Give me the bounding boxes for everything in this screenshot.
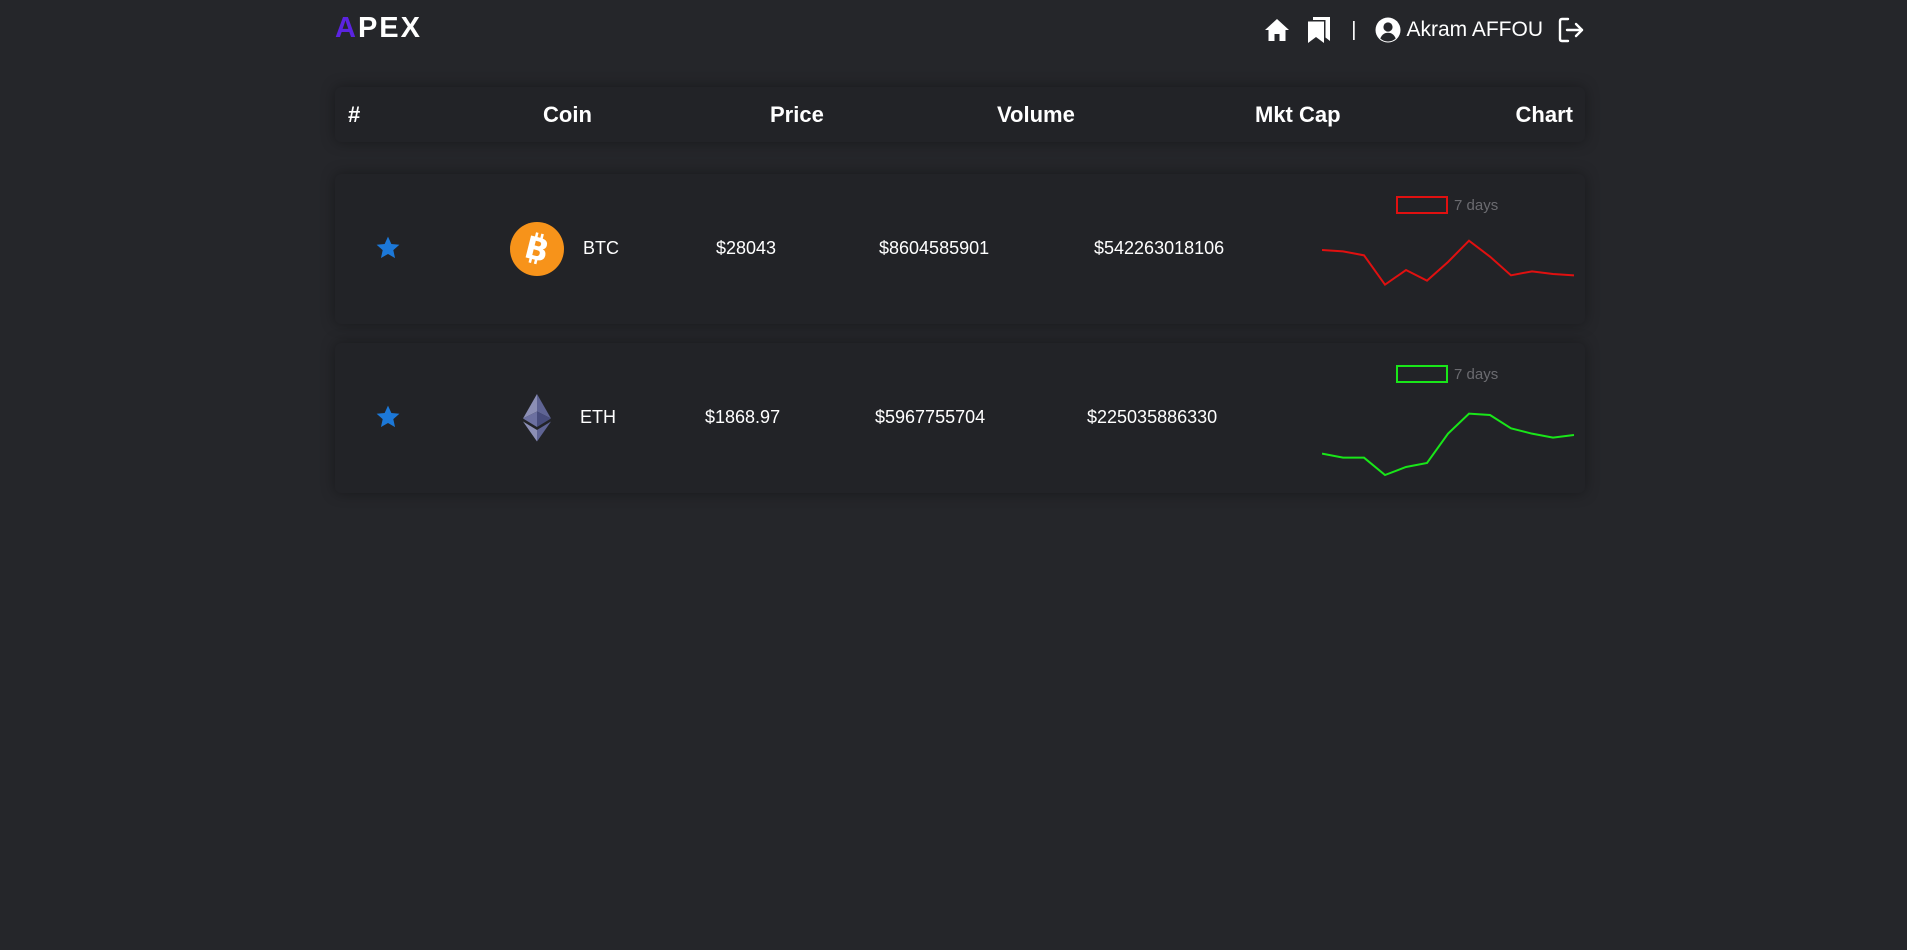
column-header-coin: Coin <box>543 102 592 127</box>
coin-mkt-cap: $225035886330 <box>1087 407 1218 427</box>
coin-volume: $5967755704 <box>875 407 986 427</box>
star-icon[interactable] <box>375 404 401 430</box>
chart-legend[interactable]: 7 days <box>1396 365 1498 383</box>
coin-price: $1868.97 <box>705 407 781 427</box>
bitcoin-icon: B <box>509 221 565 277</box>
user-circle-icon <box>1374 16 1402 44</box>
coin-volume: $8604585901 <box>879 238 990 258</box>
legend-swatch <box>1396 196 1448 214</box>
legend-label: 7 days <box>1454 365 1499 383</box>
logo-rest: PEX <box>357 12 422 44</box>
nav-actions: | Akram AFFOU <box>1263 14 1585 46</box>
legend-label: 7 days <box>1454 196 1499 214</box>
column-header-chart: Chart <box>1515 102 1573 127</box>
nav-separator: | <box>1351 18 1357 41</box>
sparkline-series <box>1322 239 1574 287</box>
table-row[interactable]: ETH $1868.97 $5967755704 $225035886330 7… <box>335 343 1585 493</box>
logout-icon[interactable] <box>1557 16 1585 44</box>
legend-swatch <box>1396 365 1448 383</box>
sparkline-series <box>1322 412 1574 477</box>
logo[interactable]: APEX <box>335 12 422 45</box>
bookmarks-icon[interactable] <box>1305 16 1333 44</box>
column-header-mkt-cap: Mkt Cap <box>1255 102 1341 127</box>
column-header-price: Price <box>770 102 824 127</box>
home-icon[interactable] <box>1263 16 1291 44</box>
coin-price: $28043 <box>716 238 777 258</box>
price-sparkline <box>1322 239 1574 287</box>
column-header-volume: Volume <box>997 102 1075 127</box>
table-header: # Coin Price Volume Mkt Cap Chart <box>335 87 1585 142</box>
coin-symbol: ETH <box>580 407 616 427</box>
top-nav: APEX | Akram AFFOU <box>335 0 1585 60</box>
user-profile[interactable]: Akram AFFOU <box>1374 16 1543 44</box>
coin-symbol: BTC <box>583 238 619 258</box>
page: APEX | Akram AFFOU # Coin Price Volume M… <box>335 0 1585 493</box>
logo-first-letter: A <box>335 12 358 44</box>
chart-legend[interactable]: 7 days <box>1396 196 1498 214</box>
table-row[interactable]: B BTC $28043 $8604585901 $542263018106 7… <box>335 174 1585 324</box>
ethereum-icon <box>509 390 565 446</box>
coin-mkt-cap: $542263018106 <box>1094 238 1225 258</box>
user-name: Akram AFFOU <box>1406 18 1543 41</box>
column-header-rank: # <box>348 102 361 127</box>
star-icon[interactable] <box>375 235 401 261</box>
price-sparkline <box>1322 412 1574 477</box>
